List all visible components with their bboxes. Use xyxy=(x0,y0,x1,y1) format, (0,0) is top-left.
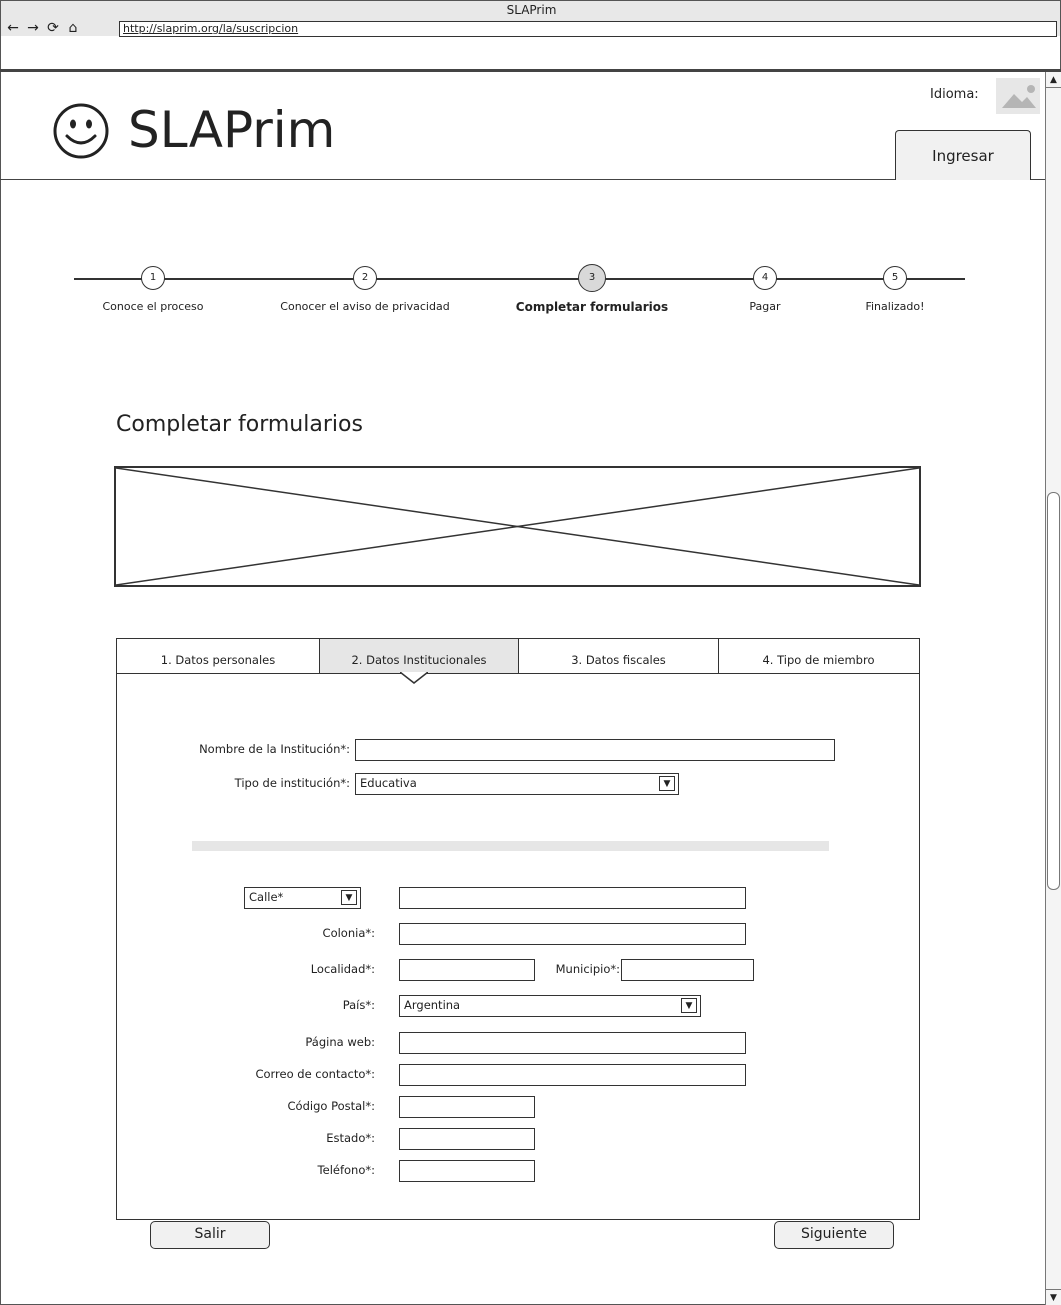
correo-label: Correo de contacto*: xyxy=(255,1067,375,1081)
colonia-input[interactable] xyxy=(399,923,746,945)
step-label: Finalizado! xyxy=(865,300,925,313)
scroll-up-icon[interactable]: ▲ xyxy=(1046,72,1061,88)
chevron-down-icon[interactable]: ▼ xyxy=(341,890,357,905)
institution-type-value: Educativa xyxy=(360,776,417,790)
step-number: 3 xyxy=(578,264,606,292)
step-number: 1 xyxy=(141,266,165,290)
step-number: 4 xyxy=(753,266,777,290)
image-placeholder xyxy=(114,466,921,587)
estado-label: Estado*: xyxy=(326,1131,375,1145)
language-image-icon[interactable] xyxy=(996,78,1040,114)
municipio-label: Municipio*: xyxy=(555,962,620,976)
active-tab-pointer-icon xyxy=(400,672,428,684)
language-label: Idioma: xyxy=(930,87,979,102)
scroll-thumb[interactable] xyxy=(1047,492,1060,890)
home-icon[interactable]: ⌂ xyxy=(65,20,81,36)
colonia-label: Colonia*: xyxy=(322,926,375,940)
step-label: Conocer el aviso de privacidad xyxy=(280,300,450,313)
pais-label: País*: xyxy=(342,998,375,1012)
street-input[interactable] xyxy=(399,887,746,909)
address-bar[interactable]: http://slaprim.org/la/suscripcion xyxy=(119,21,1057,37)
tab-tipo-de-miembro[interactable]: 4. Tipo de miembro xyxy=(719,639,918,673)
placeholder-cross-icon xyxy=(116,468,919,585)
localidad-input[interactable] xyxy=(399,959,535,981)
telefono-input[interactable] xyxy=(399,1160,535,1182)
tab-datos-institucionales[interactable]: 2. Datos Institucionales xyxy=(320,639,519,673)
site-brand[interactable]: SLAPrim xyxy=(128,100,335,160)
vertical-scrollbar[interactable]: ▲ ▼ xyxy=(1045,72,1061,1305)
page-title: Completar formularios xyxy=(116,412,363,437)
pagina-web-label: Página web: xyxy=(305,1035,375,1049)
scroll-down-icon[interactable]: ▼ xyxy=(1046,1289,1061,1305)
browser-titlebar: SLAPrim ← → ⟳ ⌂ http://slaprim.org/la/su… xyxy=(0,0,1061,37)
step-number: 2 xyxy=(353,266,377,290)
browser-nav: ← → ⟳ ⌂ xyxy=(5,20,81,36)
institution-type-label: Tipo de institución*: xyxy=(234,776,350,790)
localidad-label: Localidad*: xyxy=(310,962,375,976)
street-type-value: Calle* xyxy=(249,890,284,904)
next-button[interactable]: Siguiente xyxy=(774,1221,894,1249)
telefono-label: Teléfono*: xyxy=(317,1163,375,1177)
site-header: SLAPrim Idioma: Ingresar xyxy=(0,72,1045,180)
institution-name-label: Nombre de la Institución*: xyxy=(199,742,350,756)
codigo-postal-label: Código Postal*: xyxy=(287,1099,375,1113)
section-divider xyxy=(192,841,829,851)
pais-select[interactable]: Argentina ▼ xyxy=(399,995,701,1017)
institution-type-select[interactable]: Educativa ▼ xyxy=(355,773,679,795)
correo-input[interactable] xyxy=(399,1064,746,1086)
step-number: 5 xyxy=(883,266,907,290)
pagina-web-input[interactable] xyxy=(399,1032,746,1054)
step-label: Conoce el proceso xyxy=(102,300,204,313)
street-type-select[interactable]: Calle* ▼ xyxy=(244,887,361,909)
stepper-line xyxy=(74,278,965,280)
tab-datos-fiscales[interactable]: 3. Datos fiscales xyxy=(519,639,719,673)
institution-name-input[interactable] xyxy=(355,739,835,761)
window-title: SLAPrim xyxy=(506,3,557,17)
estado-input[interactable] xyxy=(399,1128,535,1150)
municipio-input[interactable] xyxy=(621,959,754,981)
smiley-logo-icon xyxy=(53,103,109,159)
tab-datos-personales[interactable]: 1. Datos personales xyxy=(117,639,320,673)
login-button[interactable]: Ingresar xyxy=(895,130,1031,180)
chevron-down-icon[interactable]: ▼ xyxy=(681,998,697,1013)
codigo-postal-input[interactable] xyxy=(399,1096,535,1118)
exit-button[interactable]: Salir xyxy=(150,1221,270,1249)
reload-icon[interactable]: ⟳ xyxy=(45,20,61,36)
back-icon[interactable]: ← xyxy=(5,20,21,36)
chevron-down-icon[interactable]: ▼ xyxy=(659,776,675,791)
form-tabs: 1. Datos personales 2. Datos Institucion… xyxy=(116,638,920,674)
forward-icon[interactable]: → xyxy=(25,20,41,36)
pais-value: Argentina xyxy=(404,998,461,1012)
